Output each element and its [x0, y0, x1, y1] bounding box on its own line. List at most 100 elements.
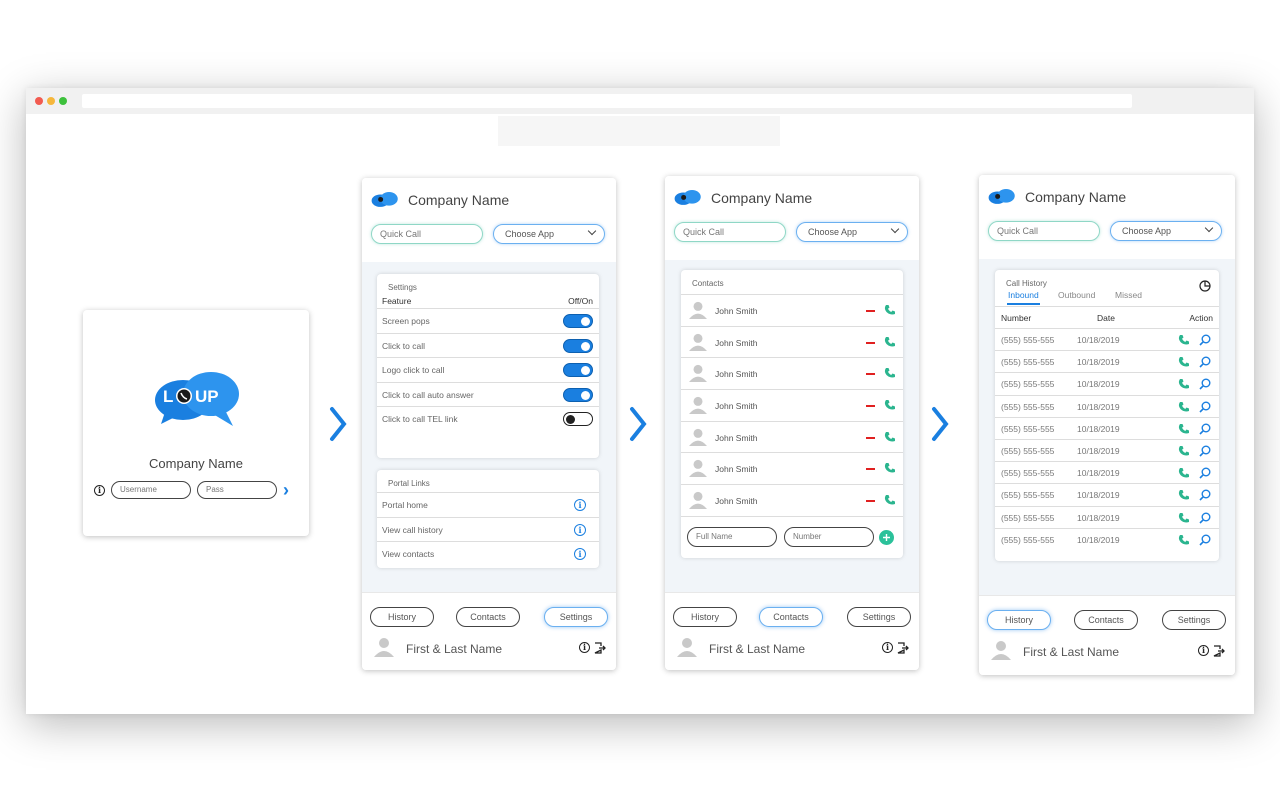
history-row[interactable]: (555) 555-555 10/18/2019 [995, 350, 1219, 372]
history-row[interactable]: (555) 555-555 10/18/2019 [995, 483, 1219, 505]
portal-link-row[interactable]: View contacts i [377, 541, 599, 566]
phone-call-icon[interactable] [884, 336, 896, 348]
choose-app-dropdown[interactable]: Choose App [1110, 221, 1222, 241]
phone-call-icon[interactable] [1178, 512, 1190, 524]
quick-call-input[interactable]: Quick Call [674, 222, 786, 242]
phone-call-icon[interactable] [884, 367, 896, 379]
portal-link-row[interactable]: Portal home i [377, 492, 599, 517]
nav-history-button[interactable]: History [987, 610, 1051, 630]
phone-call-icon[interactable] [1178, 401, 1190, 413]
info-icon[interactable]: i [574, 499, 586, 511]
tab-missed[interactable]: Missed [1115, 290, 1142, 300]
nav-settings-button[interactable]: Settings [847, 607, 911, 627]
contacts-screen: Company Name Quick Call Choose App Conta… [665, 176, 919, 670]
add-contact-plus-icon[interactable] [879, 529, 894, 545]
phone-call-icon[interactable] [884, 304, 896, 316]
phone-call-icon[interactable] [1178, 467, 1190, 479]
tab-inbound[interactable]: Inbound [1007, 290, 1040, 305]
tab-outbound[interactable]: Outbound [1058, 290, 1095, 300]
info-icon[interactable]: i [574, 548, 586, 560]
nav-settings-button[interactable]: Settings [544, 607, 608, 627]
remove-contact-icon[interactable] [866, 373, 875, 376]
search-icon[interactable] [1199, 334, 1211, 346]
phone-call-icon[interactable] [1178, 489, 1190, 501]
search-icon[interactable] [1199, 356, 1211, 368]
contact-row[interactable]: John Smith [681, 452, 903, 484]
logout-icon[interactable] [1213, 645, 1225, 657]
user-avatar-icon [374, 638, 394, 657]
nav-contacts-button[interactable]: Contacts [759, 607, 823, 627]
phone-call-icon[interactable] [884, 431, 896, 443]
phone-call-icon[interactable] [884, 494, 896, 506]
toggle-switch[interactable] [563, 412, 593, 426]
phone-call-icon[interactable] [884, 462, 896, 474]
info-icon[interactable]: i [579, 642, 590, 653]
contact-row[interactable]: John Smith [681, 420, 903, 453]
remove-contact-icon[interactable] [866, 341, 875, 344]
remove-contact-icon[interactable] [866, 500, 875, 503]
search-icon[interactable] [1199, 512, 1211, 524]
contact-row[interactable]: John Smith [681, 389, 903, 421]
phone-call-icon[interactable] [1178, 378, 1190, 390]
search-icon[interactable] [1199, 534, 1211, 546]
contact-row[interactable]: John Smith [681, 294, 903, 326]
history-row[interactable]: (555) 555-555 10/18/2019 [995, 527, 1219, 550]
phone-call-icon[interactable] [884, 399, 896, 411]
phone-call-icon[interactable] [1178, 534, 1190, 546]
username-input[interactable]: Username [111, 481, 191, 499]
history-row[interactable]: (555) 555-555 10/18/2019 [995, 461, 1219, 483]
toggle-switch[interactable] [563, 387, 593, 402]
remove-contact-icon[interactable] [866, 468, 875, 471]
contact-row[interactable]: John Smith [681, 357, 903, 389]
info-icon[interactable]: i [1198, 645, 1209, 656]
minimize-window-icon[interactable] [47, 97, 55, 105]
nav-contacts-button[interactable]: Contacts [456, 607, 520, 627]
history-row[interactable]: (555) 555-555 10/18/2019 [995, 505, 1219, 528]
remove-contact-icon[interactable] [866, 436, 875, 439]
remove-contact-icon[interactable] [866, 405, 875, 408]
quick-call-input[interactable]: Quick Call [988, 221, 1100, 241]
search-icon[interactable] [1199, 445, 1211, 457]
remove-contact-icon[interactable] [866, 310, 875, 312]
phone-call-icon[interactable] [1178, 423, 1190, 435]
choose-app-dropdown[interactable]: Choose App [796, 222, 908, 242]
info-icon[interactable]: i [882, 642, 893, 653]
login-submit-chevron-icon[interactable]: › [283, 481, 289, 499]
search-icon[interactable] [1199, 378, 1211, 390]
history-row[interactable]: (555) 555-555 10/18/2019 [995, 394, 1219, 417]
history-row[interactable]: (555) 555-555 10/18/2019 [995, 416, 1219, 439]
maximize-window-icon[interactable] [59, 97, 67, 105]
close-window-icon[interactable] [35, 97, 43, 105]
password-input[interactable]: Pass [197, 481, 277, 499]
contact-row[interactable]: John Smith [681, 325, 903, 358]
toggle-switch[interactable] [563, 338, 593, 353]
nav-settings-button[interactable]: Settings [1162, 610, 1226, 630]
info-icon[interactable]: i [574, 523, 586, 536]
logout-icon[interactable] [594, 642, 606, 654]
toggle-switch[interactable] [563, 314, 593, 328]
search-icon[interactable] [1199, 467, 1211, 479]
history-row[interactable]: (555) 555-555 10/18/2019 [995, 438, 1219, 461]
contact-row[interactable]: John Smith [681, 484, 903, 516]
portal-link-row[interactable]: View call history i [377, 516, 599, 542]
phone-call-icon[interactable] [1178, 334, 1190, 346]
info-icon[interactable]: i [94, 484, 105, 496]
phone-call-icon[interactable] [1178, 445, 1190, 457]
nav-contacts-button[interactable]: Contacts [1074, 610, 1138, 630]
phone-call-icon[interactable] [1178, 356, 1190, 368]
search-icon[interactable] [1199, 401, 1211, 413]
history-row[interactable]: (555) 555-555 10/18/2019 [995, 328, 1219, 350]
number-input[interactable]: Number [784, 526, 874, 547]
chevron-down-icon [1204, 223, 1214, 233]
quick-call-input[interactable]: Quick Call [371, 224, 483, 244]
toggle-switch[interactable] [563, 363, 593, 377]
search-icon[interactable] [1199, 489, 1211, 501]
search-icon[interactable] [1199, 423, 1211, 435]
logout-icon[interactable] [897, 642, 909, 654]
nav-history-button[interactable]: History [370, 607, 434, 627]
nav-history-button[interactable]: History [673, 607, 737, 627]
choose-app-dropdown[interactable]: Choose App [493, 224, 605, 244]
full-name-input[interactable]: Full Name [687, 526, 777, 547]
address-bar[interactable] [82, 94, 1132, 108]
history-row[interactable]: (555) 555-555 10/18/2019 [995, 372, 1219, 394]
